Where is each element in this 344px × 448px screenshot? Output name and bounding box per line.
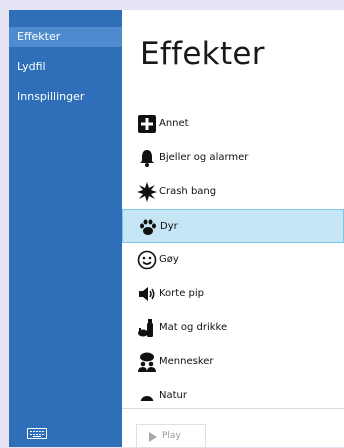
divider [122,408,344,409]
list-item-label: Bjeller og alarmer [159,152,249,163]
list-item-mennesker[interactable]: Mennesker [122,345,344,379]
sidebar: Effekter Lydfil Innspillinger [9,10,122,447]
list-item-label: Dyr [160,221,178,232]
sidebar-item-label: Effekter [17,30,61,43]
list-item-korte-pip[interactable]: Korte pip [122,277,344,311]
list-item-bjeller-og-alarmer[interactable]: Bjeller og alarmer [122,141,344,175]
explosion-icon [137,182,157,202]
keyboard-icon[interactable] [27,428,47,439]
sidebar-item-effekter[interactable]: Effekter [9,27,122,47]
play-icon [149,432,157,442]
list-item-label: Natur [159,390,187,401]
list-item-annet[interactable]: Annet [122,107,344,141]
effects-category-list: Annet Bjeller og alarmer Crash bang Dyr … [122,107,344,401]
play-button[interactable]: Play [136,424,206,448]
plus-icon [138,115,156,133]
sidebar-item-lydfil[interactable]: Lydfil [9,57,122,77]
page-title: Effekter [140,36,265,72]
list-item-label: Mat og drikke [159,322,228,333]
speaker-icon [139,287,155,301]
bell-icon [140,150,154,167]
people-icon [138,352,156,372]
list-item-natur[interactable]: Natur [122,379,344,401]
paw-icon [140,219,156,235]
nature-icon [140,396,154,401]
list-item-label: Crash bang [159,186,217,197]
smiley-icon [137,250,157,270]
sidebar-item-label: Lydfil [17,60,46,73]
play-button-label: Play [162,431,181,441]
list-item-label: Gøy [159,254,179,265]
sidebar-item-label: Innspillinger [17,90,85,103]
sidebar-item-innspillinger[interactable]: Innspillinger [9,87,122,107]
nav-list: Effekter Lydfil Innspillinger [9,27,122,117]
list-item-crash-bang[interactable]: Crash bang [122,175,344,209]
list-item-goy[interactable]: Gøy [122,243,344,277]
food-drink-icon [138,319,153,337]
main-panel: Effekter Annet Bjeller og alarmer Crash … [122,10,344,448]
list-item-mat-og-drikke[interactable]: Mat og drikke [122,311,344,345]
list-item-label: Annet [159,118,189,129]
list-item-dyr[interactable]: Dyr [122,209,344,243]
list-item-label: Mennesker [159,356,214,367]
list-item-label: Korte pip [159,288,205,299]
